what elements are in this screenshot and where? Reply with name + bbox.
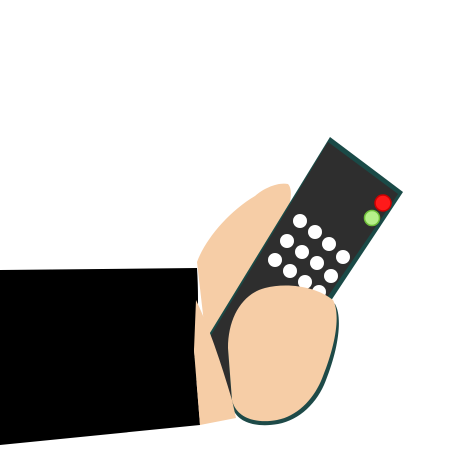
keypad-button[interactable] <box>293 214 307 228</box>
keypad-button[interactable] <box>324 269 338 283</box>
keypad-button[interactable] <box>268 253 282 267</box>
keypad-button[interactable] <box>322 237 336 251</box>
hand-holding-remote-illustration <box>0 137 403 445</box>
keypad-button[interactable] <box>336 250 350 264</box>
thumb <box>228 285 337 422</box>
sleeve <box>0 268 200 445</box>
status-button[interactable] <box>363 209 381 227</box>
keypad-button[interactable] <box>308 225 322 239</box>
illustration-canvas <box>0 0 456 456</box>
keypad-button[interactable] <box>295 245 309 259</box>
keypad-button[interactable] <box>310 256 324 270</box>
power-button[interactable] <box>374 194 392 212</box>
keypad-button[interactable] <box>283 264 297 278</box>
keypad-button[interactable] <box>280 234 294 248</box>
